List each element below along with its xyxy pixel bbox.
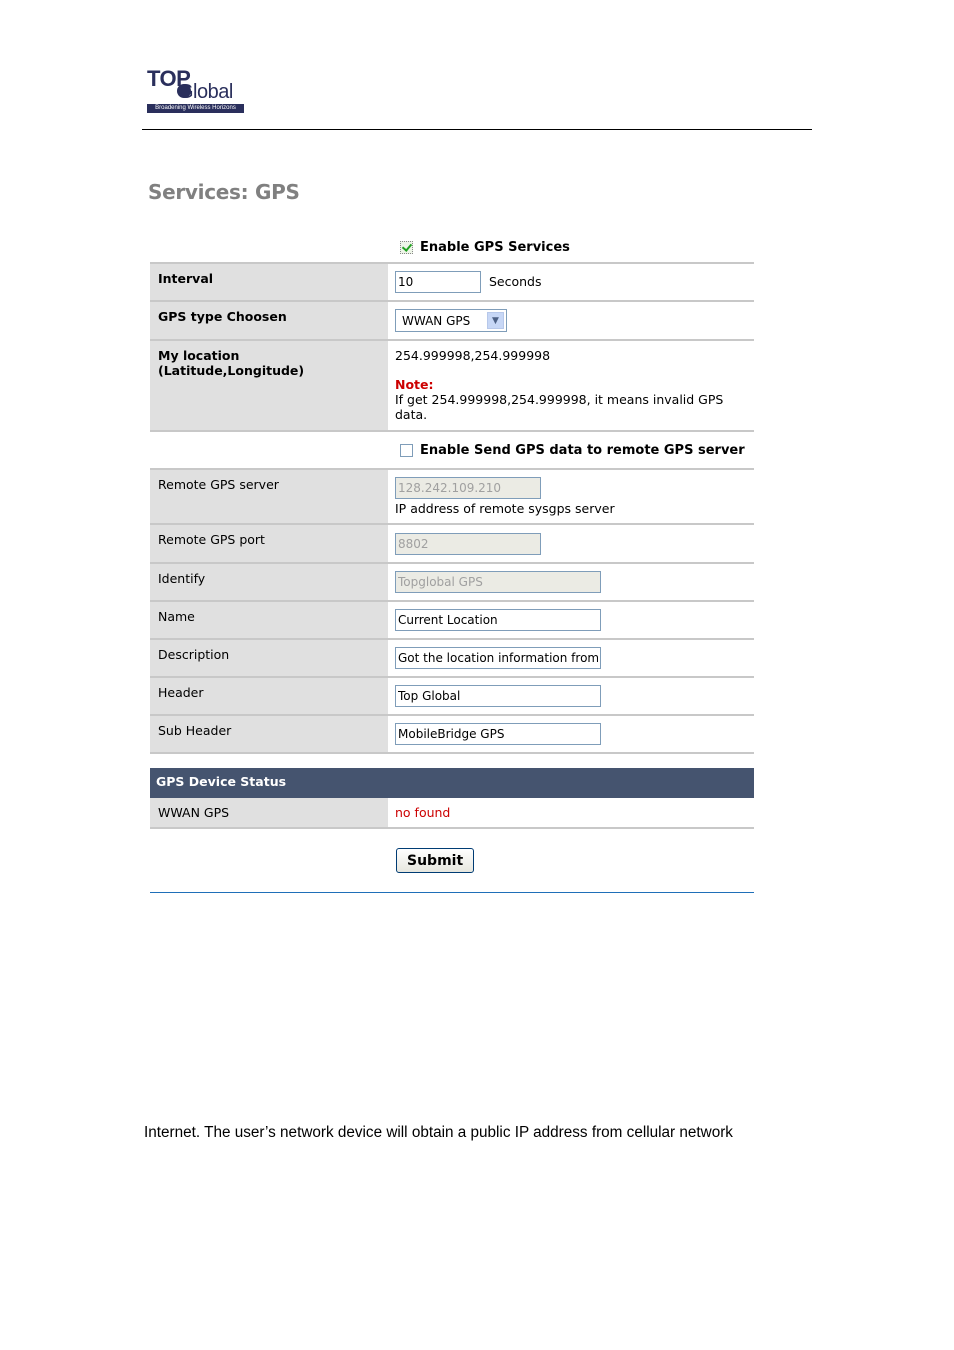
description-label: Description bbox=[150, 640, 388, 676]
gps-type-select[interactable]: WWAN GPS ▼ bbox=[395, 309, 507, 332]
device-status-heading: GPS Device Status bbox=[150, 768, 754, 798]
device-status-value: no found bbox=[395, 805, 451, 820]
location-value: 254.999998,254.999998 bbox=[395, 348, 551, 363]
description-input[interactable] bbox=[395, 647, 601, 669]
interval-unit: Seconds bbox=[488, 274, 542, 289]
enable-gps-row: Enable GPS Services bbox=[150, 232, 754, 264]
identify-label: Identify bbox=[150, 564, 388, 600]
sub-header-row: Sub Header bbox=[150, 716, 754, 754]
name-label: Name bbox=[150, 602, 388, 638]
remote-server-row: Remote GPS server IP address of remote s… bbox=[150, 470, 754, 525]
submit-button[interactable]: Submit bbox=[396, 848, 475, 873]
remote-port-row: Remote GPS port bbox=[150, 525, 754, 564]
document-body-text: Internet. The user’s network device will… bbox=[144, 1124, 733, 1141]
gps-settings-form: Enable GPS Services Interval Seconds GPS… bbox=[150, 232, 754, 893]
location-row: My location (Latitude,Longitude) 254.999… bbox=[150, 341, 754, 432]
name-row: Name bbox=[150, 602, 754, 640]
description-row: Description bbox=[150, 640, 754, 678]
enable-remote-checkbox-label[interactable]: Enable Send GPS data to remote GPS serve… bbox=[388, 443, 745, 458]
identify-row: Identify bbox=[150, 564, 754, 602]
location-label: My location (Latitude,Longitude) bbox=[150, 341, 388, 430]
logo-tagline: Broadening Wireless Horizons bbox=[147, 104, 244, 113]
header-divider bbox=[142, 129, 812, 130]
name-input[interactable] bbox=[395, 609, 601, 631]
page-title: Services: GPS bbox=[148, 180, 300, 204]
device-status-label: WWAN GPS bbox=[150, 798, 388, 827]
gps-type-label: GPS type Choosen bbox=[150, 302, 388, 339]
interval-row: Interval Seconds bbox=[150, 264, 754, 302]
topglobal-logo: TOP Global Broadening Wireless Horizons bbox=[146, 68, 246, 116]
header-input[interactable] bbox=[395, 685, 601, 707]
enable-remote-checkbox[interactable] bbox=[400, 443, 413, 457]
logo-global-text: Global bbox=[178, 81, 233, 103]
remote-server-hint: IP address of remote sysgps server bbox=[395, 501, 615, 516]
gps-type-row: GPS type Choosen WWAN GPS ▼ bbox=[150, 302, 754, 341]
interval-label: Interval bbox=[150, 264, 388, 300]
device-status-row: WWAN GPS no found bbox=[150, 798, 754, 829]
location-label-line1: My location bbox=[158, 348, 240, 363]
submit-row: Submit bbox=[150, 829, 754, 893]
interval-input[interactable] bbox=[395, 271, 481, 293]
header-label: Header bbox=[150, 678, 388, 714]
enable-remote-label: Enable Send GPS data to remote GPS serve… bbox=[420, 442, 745, 458]
location-label-line2: (Latitude,Longitude) bbox=[158, 363, 305, 378]
note-text: If get 254.999998,254.999998, it means i… bbox=[395, 392, 724, 422]
remote-server-input[interactable] bbox=[395, 477, 541, 499]
chevron-down-icon[interactable]: ▼ bbox=[487, 312, 504, 329]
enable-gps-label: Enable GPS Services bbox=[420, 239, 570, 255]
gps-type-selected: WWAN GPS bbox=[402, 313, 471, 328]
remote-server-label: Remote GPS server bbox=[150, 470, 388, 523]
enable-gps-checkbox[interactable] bbox=[400, 240, 413, 254]
note-label: Note: bbox=[395, 377, 434, 392]
sub-header-input[interactable] bbox=[395, 723, 601, 745]
enable-gps-checkbox-label[interactable]: Enable GPS Services bbox=[388, 240, 570, 255]
sub-header-label: Sub Header bbox=[150, 716, 388, 752]
enable-remote-row: Enable Send GPS data to remote GPS serve… bbox=[150, 432, 754, 470]
header-row: Header bbox=[150, 678, 754, 716]
identify-input[interactable] bbox=[395, 571, 601, 593]
remote-port-label: Remote GPS port bbox=[150, 525, 388, 562]
remote-port-input[interactable] bbox=[395, 533, 541, 555]
